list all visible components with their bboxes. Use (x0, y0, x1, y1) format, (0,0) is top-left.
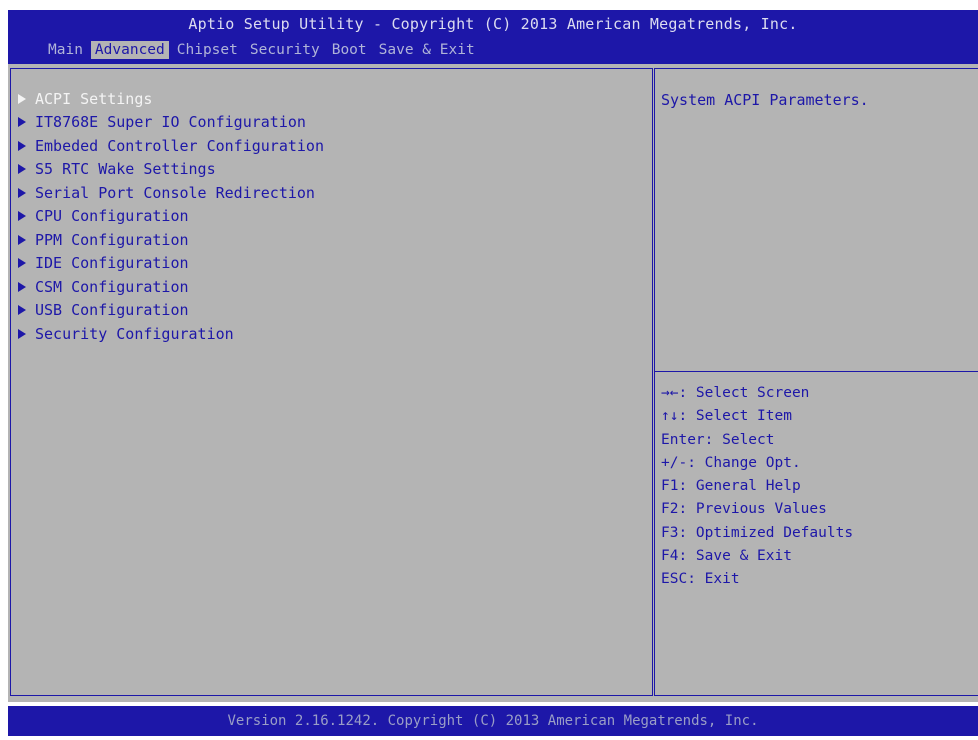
item-help-text: System ACPI Parameters. (661, 91, 869, 109)
menu-item-label: IT8768E Super IO Configuration (35, 113, 306, 132)
tab-save-exit[interactable]: Save & Exit (375, 41, 479, 59)
menu-item-label: Embeded Controller Configuration (35, 136, 324, 155)
key-legend: →←: Select Screen ↑↓: Select Item Enter:… (661, 385, 853, 595)
menu-item-embedded-controller-configuration[interactable]: Embeded Controller Configuration (16, 134, 324, 158)
menu-item-cpu-configuration[interactable]: CPU Configuration (16, 205, 324, 229)
submenu-arrow-icon (18, 187, 26, 198)
key-hint-select-item: ↑↓: Select Item (661, 408, 792, 425)
submenu-arrow-icon (18, 281, 26, 292)
menu-item-label: CPU Configuration (35, 207, 189, 226)
tab-security[interactable]: Security (246, 41, 324, 59)
menu-item-csm-configuration[interactable]: CSM Configuration (16, 275, 324, 299)
key-hint-escape: ESC: Exit (661, 571, 740, 588)
key-hint-optimized-defaults: F3: Optimized Defaults (661, 524, 854, 541)
menu-item-super-io-configuration[interactable]: IT8768E Super IO Configuration (16, 111, 324, 135)
submenu-arrow-icon (18, 140, 26, 151)
bios-setup-screen: Aptio Setup Utility - Copyright (C) 2013… (0, 0, 978, 740)
help-divider (655, 371, 978, 372)
tab-main[interactable]: Main (44, 41, 87, 59)
menu-item-label: PPM Configuration (35, 230, 189, 249)
menu-item-label: USB Configuration (35, 301, 189, 320)
menu-item-s5-rtc-wake-settings[interactable]: S5 RTC Wake Settings (16, 158, 324, 182)
tab-boot[interactable]: Boot (328, 41, 371, 59)
tab-chipset[interactable]: Chipset (173, 41, 242, 59)
key-hint-select-screen: →←: Select Screen (661, 385, 810, 401)
key-hint-enter: Enter: Select (661, 431, 775, 448)
key-hint-general-help: F1: General Help (661, 478, 801, 495)
menu-item-label: Security Configuration (35, 324, 234, 343)
key-hint-previous-values: F2: Previous Values (661, 501, 827, 518)
version-text: Version 2.16.1242. Copyright (C) 2013 Am… (227, 713, 759, 729)
key-hint-save-exit: F4: Save & Exit (661, 548, 792, 565)
menu-item-label: Serial Port Console Redirection (35, 183, 315, 202)
menu-item-label: IDE Configuration (35, 254, 189, 273)
submenu-arrow-icon (18, 328, 26, 339)
advanced-menu: ACPI Settings IT8768E Super IO Configura… (16, 87, 324, 346)
key-hint-change-option: +/-: Change Opt. (661, 454, 801, 471)
menu-item-serial-port-console-redirection[interactable]: Serial Port Console Redirection (16, 181, 324, 205)
menu-item-label: S5 RTC Wake Settings (35, 160, 216, 179)
tab-bar: Main Advanced Chipset Security Boot Save… (44, 38, 483, 62)
header-bar: Aptio Setup Utility - Copyright (C) 2013… (8, 10, 978, 64)
menu-item-acpi-settings[interactable]: ACPI Settings (16, 87, 324, 111)
main-area: ACPI Settings IT8768E Super IO Configura… (8, 64, 978, 702)
submenu-arrow-icon (18, 93, 26, 104)
footer-bar: Version 2.16.1242. Copyright (C) 2013 Am… (8, 706, 978, 736)
menu-item-label: ACPI Settings (35, 89, 153, 108)
menu-item-ppm-configuration[interactable]: PPM Configuration (16, 228, 324, 252)
utility-title: Aptio Setup Utility - Copyright (C) 2013… (188, 15, 798, 33)
settings-panel: ACPI Settings IT8768E Super IO Configura… (10, 68, 653, 696)
tab-advanced[interactable]: Advanced (90, 41, 169, 59)
menu-item-ide-configuration[interactable]: IDE Configuration (16, 252, 324, 276)
menu-item-usb-configuration[interactable]: USB Configuration (16, 299, 324, 323)
submenu-arrow-icon (18, 117, 26, 128)
submenu-arrow-icon (18, 305, 26, 316)
submenu-arrow-icon (18, 164, 26, 175)
menu-item-security-configuration[interactable]: Security Configuration (16, 322, 324, 346)
submenu-arrow-icon (18, 234, 26, 245)
submenu-arrow-icon (18, 258, 26, 269)
help-panel: System ACPI Parameters. →←: Select Scree… (654, 68, 978, 696)
submenu-arrow-icon (18, 211, 26, 222)
menu-item-label: CSM Configuration (35, 277, 189, 296)
